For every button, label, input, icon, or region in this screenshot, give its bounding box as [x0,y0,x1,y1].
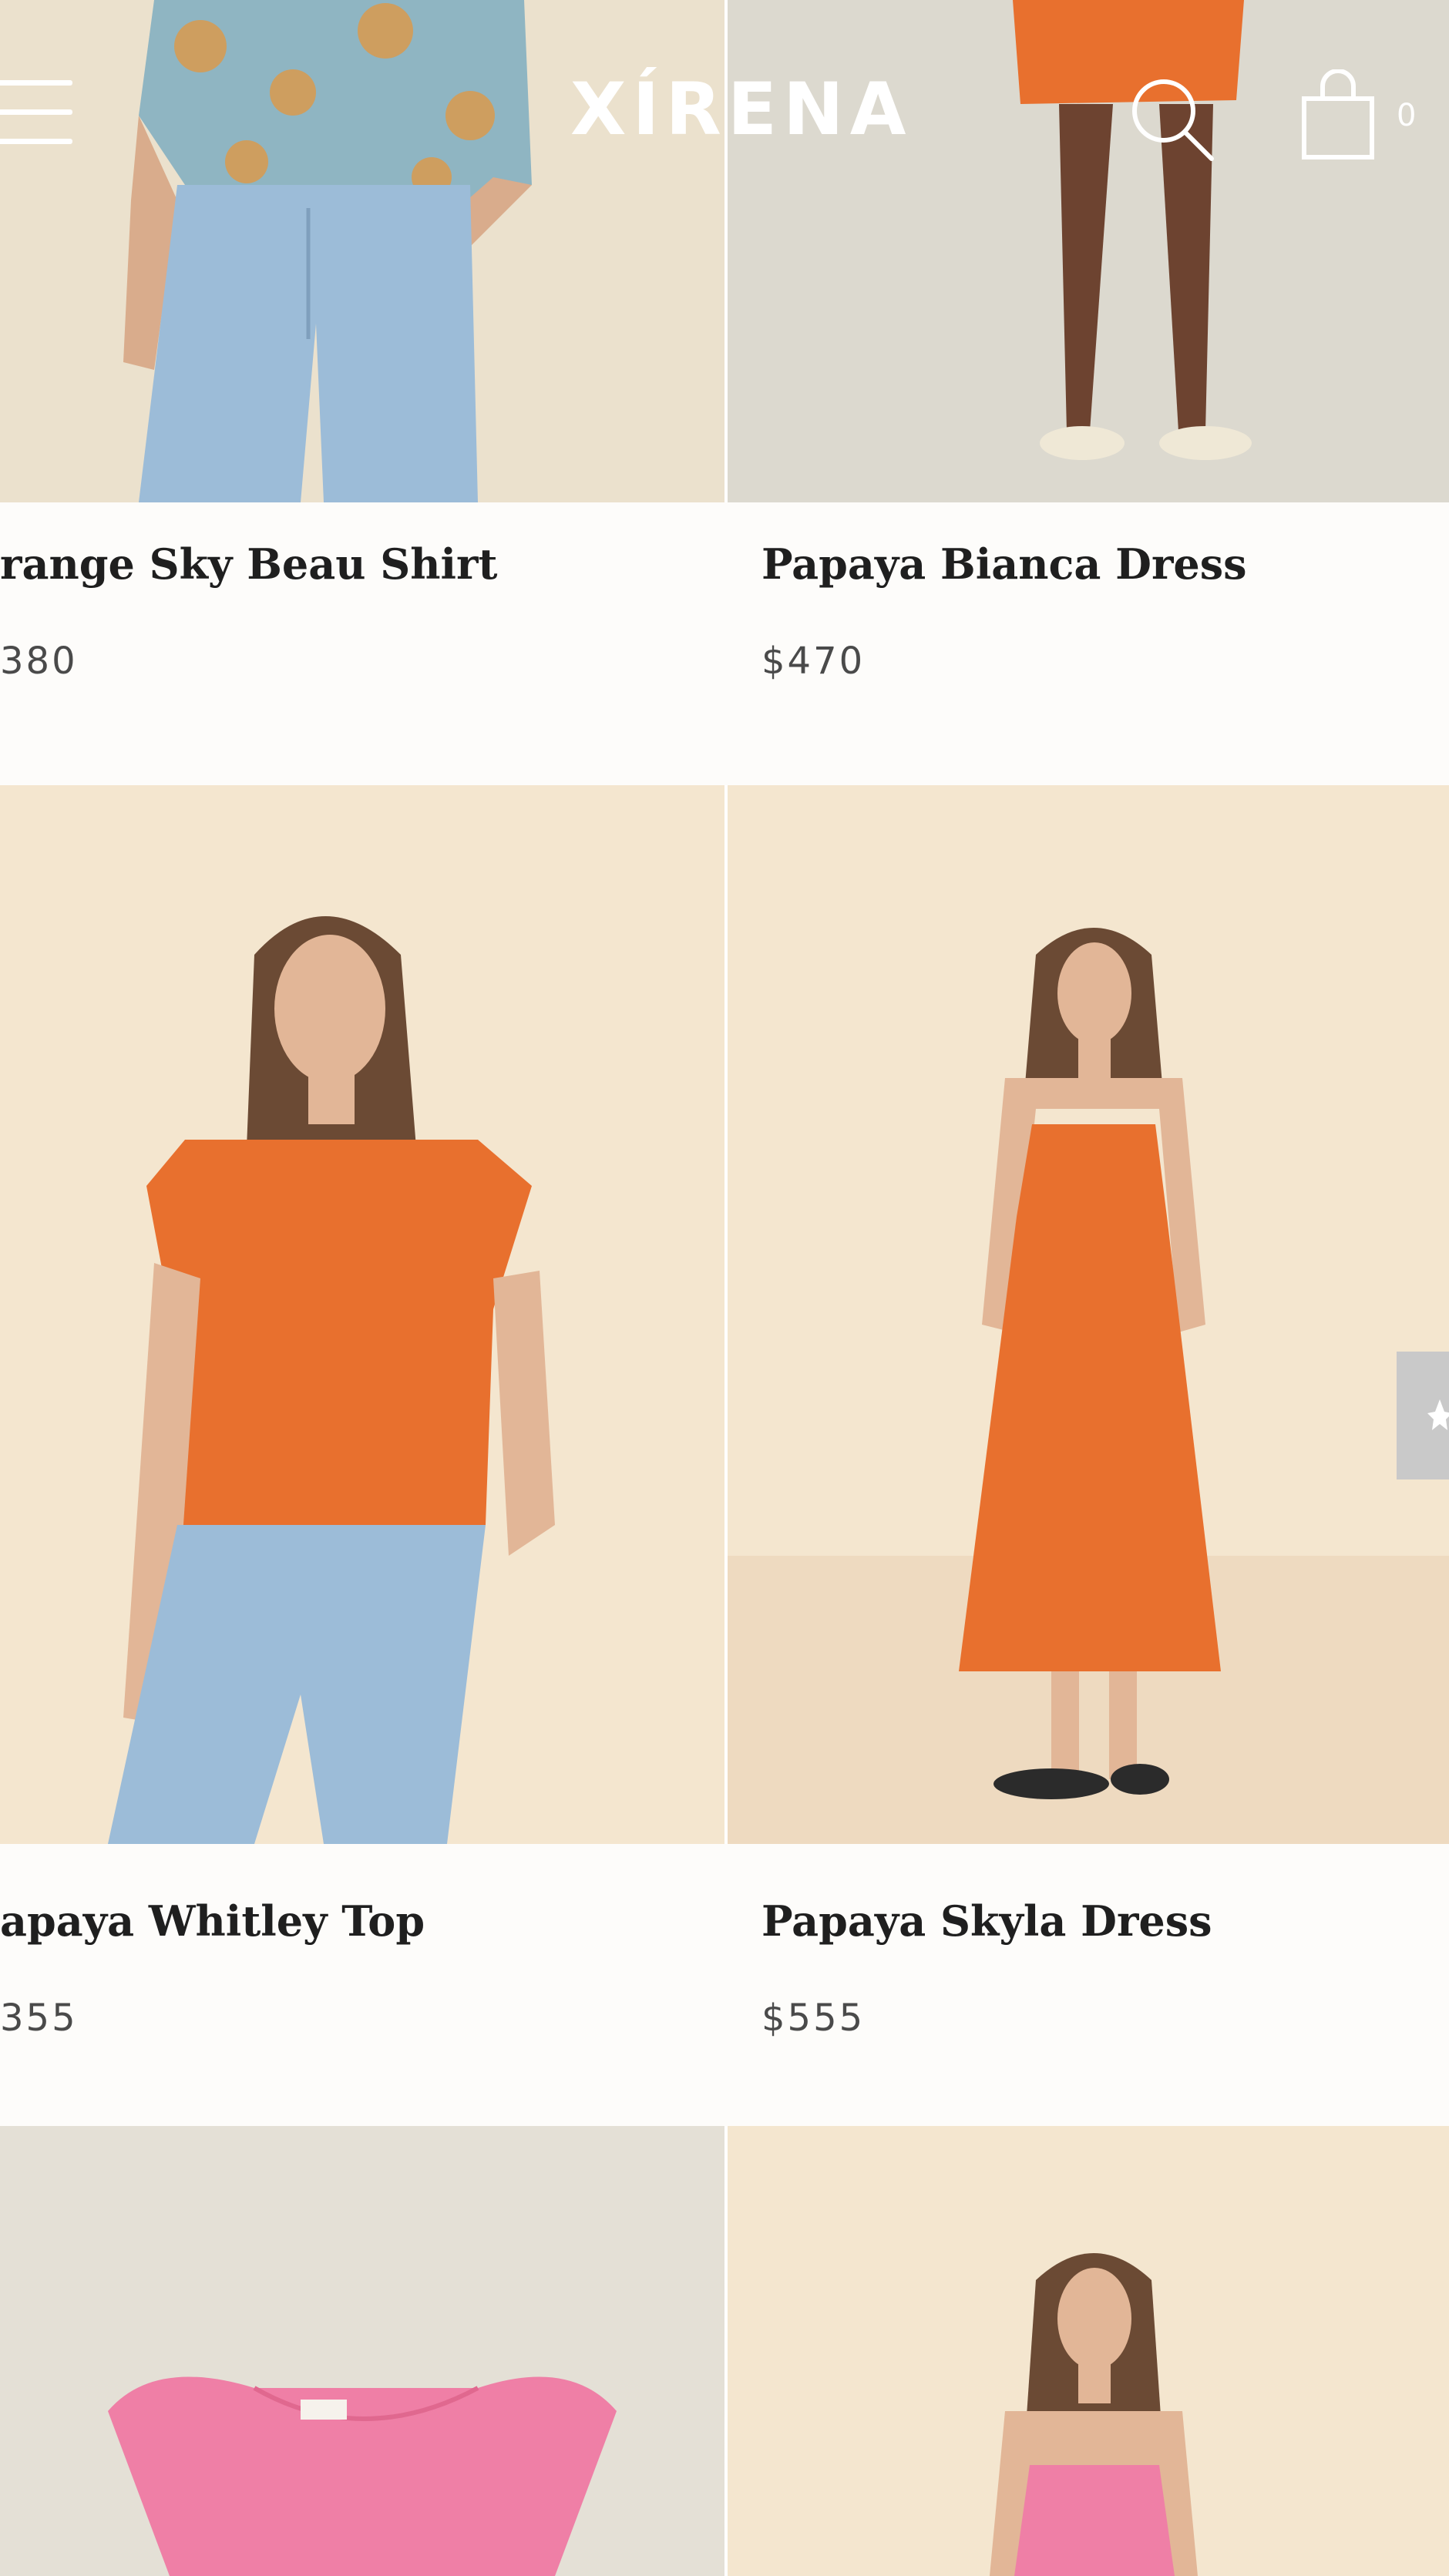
product-image[interactable] [728,785,1449,1844]
product-price: $555 [761,1997,866,2040]
feedback-tab[interactable] [1397,1352,1449,1479]
product-title[interactable]: range Sky Beau Shirt [0,539,497,589]
cart-count-badge: 0 [1397,98,1417,133]
product-card[interactable]: apaya Whitley Top 355 [0,785,724,2126]
grid-divider [724,785,728,1844]
shopping-bag-icon[interactable] [1299,69,1377,162]
product-image[interactable] [0,2126,724,2576]
product-card[interactable] [728,2126,1449,2576]
product-card[interactable]: Papaya Skyla Dress $555 [728,785,1449,2126]
product-title[interactable]: Papaya Skyla Dress [761,1896,1212,1946]
product-price: 355 [0,1997,78,2040]
product-image[interactable] [728,2126,1449,2576]
site-header: XÍRENA 0 [0,0,1449,231]
star-icon [1427,1399,1449,1430]
menu-icon[interactable] [0,80,74,146]
product-price: $470 [761,640,866,683]
grid-divider [724,2126,728,2576]
product-card[interactable] [0,2126,724,2576]
product-title[interactable]: apaya Whitley Top [0,1896,425,1946]
product-title[interactable]: Papaya Bianca Dress [761,539,1247,589]
site-logo[interactable]: XÍRENA [570,74,906,146]
product-image[interactable] [0,785,724,1844]
product-price: 380 [0,640,78,683]
search-icon[interactable] [1125,72,1218,165]
